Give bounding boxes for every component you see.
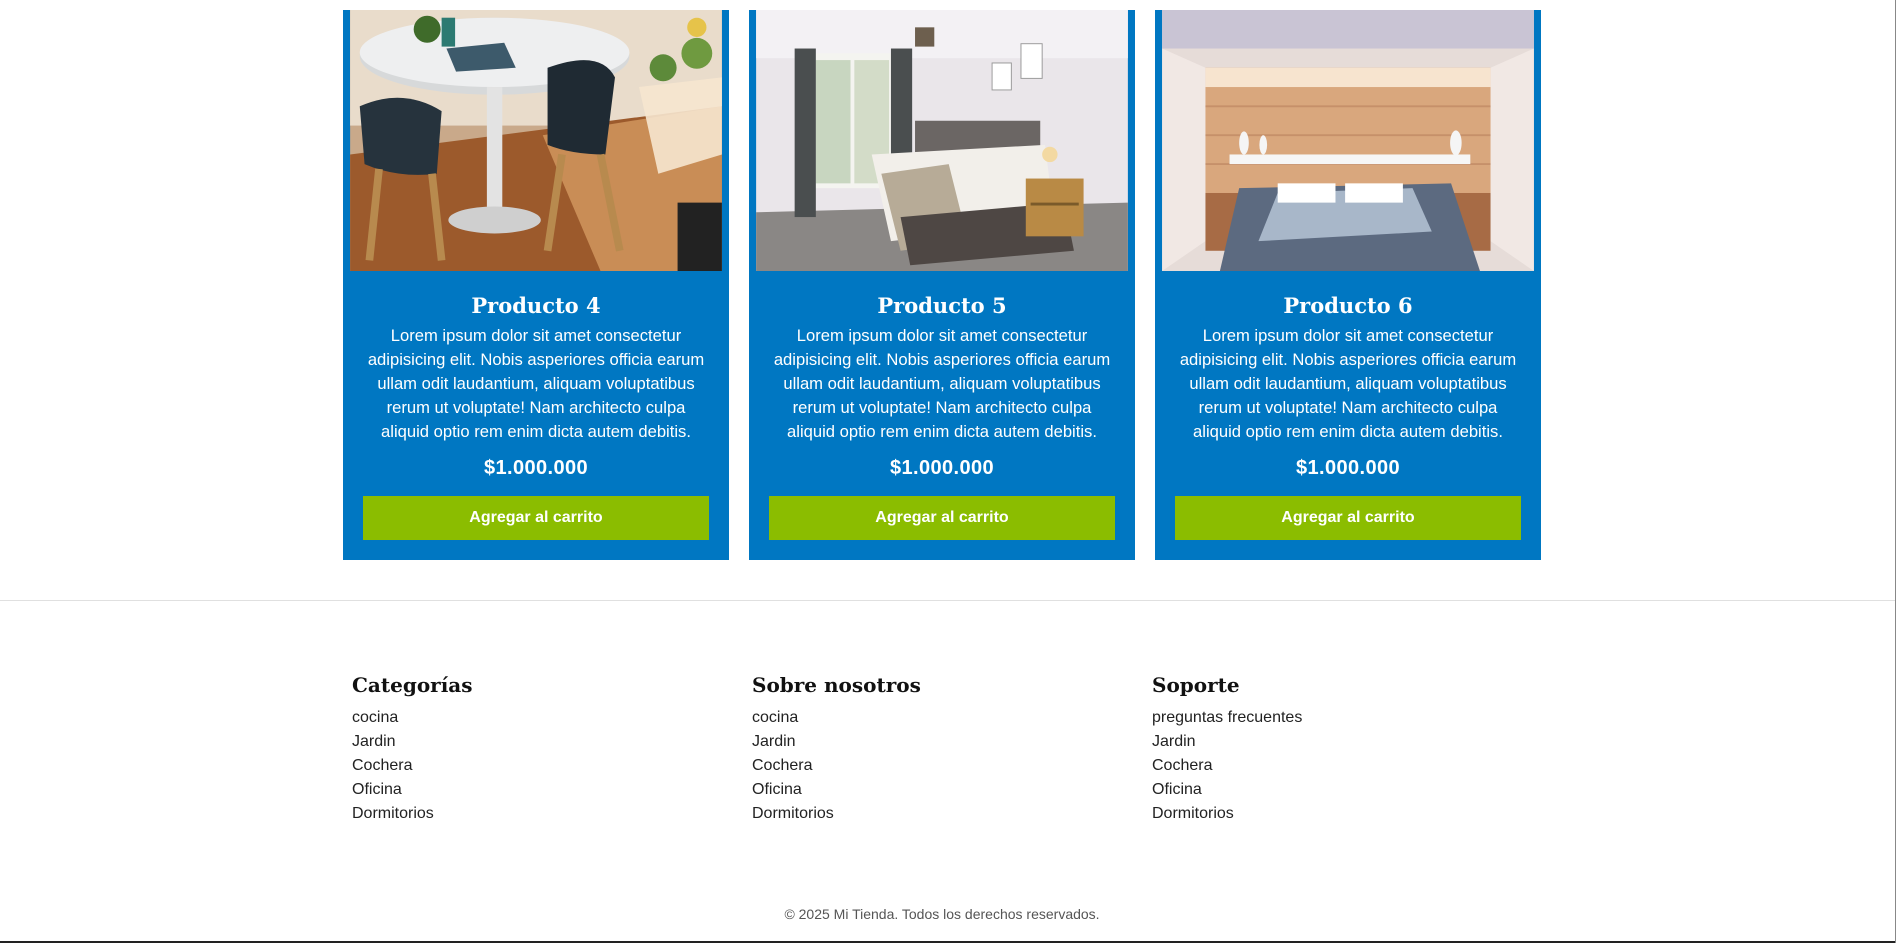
add-to-cart-button[interactable]: Agregar al carrito bbox=[363, 496, 709, 540]
product-description: Lorem ipsum dolor sit amet consectetur a… bbox=[1179, 326, 1517, 441]
footer-link[interactable]: Cochera bbox=[352, 757, 412, 774]
product-card-body: Producto 4 Lorem ipsum dolor sit amet co… bbox=[343, 271, 729, 560]
footer-link[interactable]: Oficina bbox=[352, 781, 402, 798]
add-to-cart-button[interactable]: Agregar al carrito bbox=[1175, 496, 1521, 540]
footer-column-title: Categorías bbox=[352, 673, 473, 697]
product-price: $1.000.000 bbox=[889, 457, 995, 479]
product-title: Producto 5 bbox=[877, 293, 1007, 318]
footer-link[interactable]: Jardin bbox=[352, 733, 396, 750]
product-description: Lorem ipsum dolor sit amet consectetur a… bbox=[773, 326, 1111, 441]
footer-link[interactable]: Cochera bbox=[752, 757, 812, 774]
footer-link[interactable]: Oficina bbox=[752, 781, 802, 798]
footer-divider bbox=[0, 600, 1896, 601]
footer-link-list: cocina Jardin Cochera Oficina Dormitorio… bbox=[352, 706, 752, 826]
footer-link[interactable]: preguntas frecuentes bbox=[1152, 709, 1302, 726]
footer-column-title: Soporte bbox=[1152, 673, 1240, 697]
copyright-text: © 2025 Mi Tienda. Todos los derechos res… bbox=[784, 906, 1100, 922]
footer-link[interactable]: Cochera bbox=[1152, 757, 1212, 774]
footer-link[interactable]: Dormitorios bbox=[1152, 805, 1234, 822]
product-card: Producto 4 Lorem ipsum dolor sit amet co… bbox=[343, 10, 729, 560]
product-grid: Producto 4 Lorem ipsum dolor sit amet co… bbox=[343, 10, 1543, 560]
footer-link[interactable]: Dormitorios bbox=[352, 805, 434, 822]
page: Producto 4 Lorem ipsum dolor sit amet co… bbox=[0, 0, 1896, 943]
footer-link[interactable]: Jardin bbox=[1152, 733, 1196, 750]
product-image-bedroom[interactable] bbox=[749, 10, 1135, 271]
product-title: Producto 4 bbox=[471, 293, 601, 318]
product-description: Lorem ipsum dolor sit amet consectetur a… bbox=[367, 326, 705, 441]
product-card-body: Producto 6 Lorem ipsum dolor sit amet co… bbox=[1155, 271, 1541, 560]
footer-link[interactable]: cocina bbox=[752, 709, 798, 726]
footer-link-list: preguntas frecuentes Jardin Cochera Ofic… bbox=[1152, 706, 1552, 826]
product-image-bedroom-wood[interactable] bbox=[1155, 10, 1541, 271]
product-card: Producto 6 Lorem ipsum dolor sit amet co… bbox=[1155, 10, 1541, 560]
product-card: Producto 5 Lorem ipsum dolor sit amet co… bbox=[749, 10, 1135, 560]
footer-link[interactable]: Jardin bbox=[752, 733, 796, 750]
footer-column-categories: Categorías cocina Jardin Cochera Oficina… bbox=[352, 672, 752, 826]
product-title: Producto 6 bbox=[1283, 293, 1413, 318]
product-price: $1.000.000 bbox=[483, 457, 589, 479]
footer-column-about: Sobre nosotros cocina Jardin Cochera Ofi… bbox=[752, 672, 1152, 826]
footer-link[interactable]: Dormitorios bbox=[752, 805, 834, 822]
product-image-dining[interactable] bbox=[343, 10, 729, 271]
add-to-cart-button[interactable]: Agregar al carrito bbox=[769, 496, 1115, 540]
footer-link-list: cocina Jardin Cochera Oficina Dormitorio… bbox=[752, 706, 1152, 826]
footer-column-support: Soporte preguntas frecuentes Jardin Coch… bbox=[1152, 672, 1552, 826]
footer-link[interactable]: cocina bbox=[352, 709, 398, 726]
product-card-body: Producto 5 Lorem ipsum dolor sit amet co… bbox=[749, 271, 1135, 560]
footer-column-title: Sobre nosotros bbox=[752, 673, 921, 697]
footer: Categorías cocina Jardin Cochera Oficina… bbox=[352, 672, 1552, 826]
product-price: $1.000.000 bbox=[1295, 457, 1401, 479]
footer-link[interactable]: Oficina bbox=[1152, 781, 1202, 798]
